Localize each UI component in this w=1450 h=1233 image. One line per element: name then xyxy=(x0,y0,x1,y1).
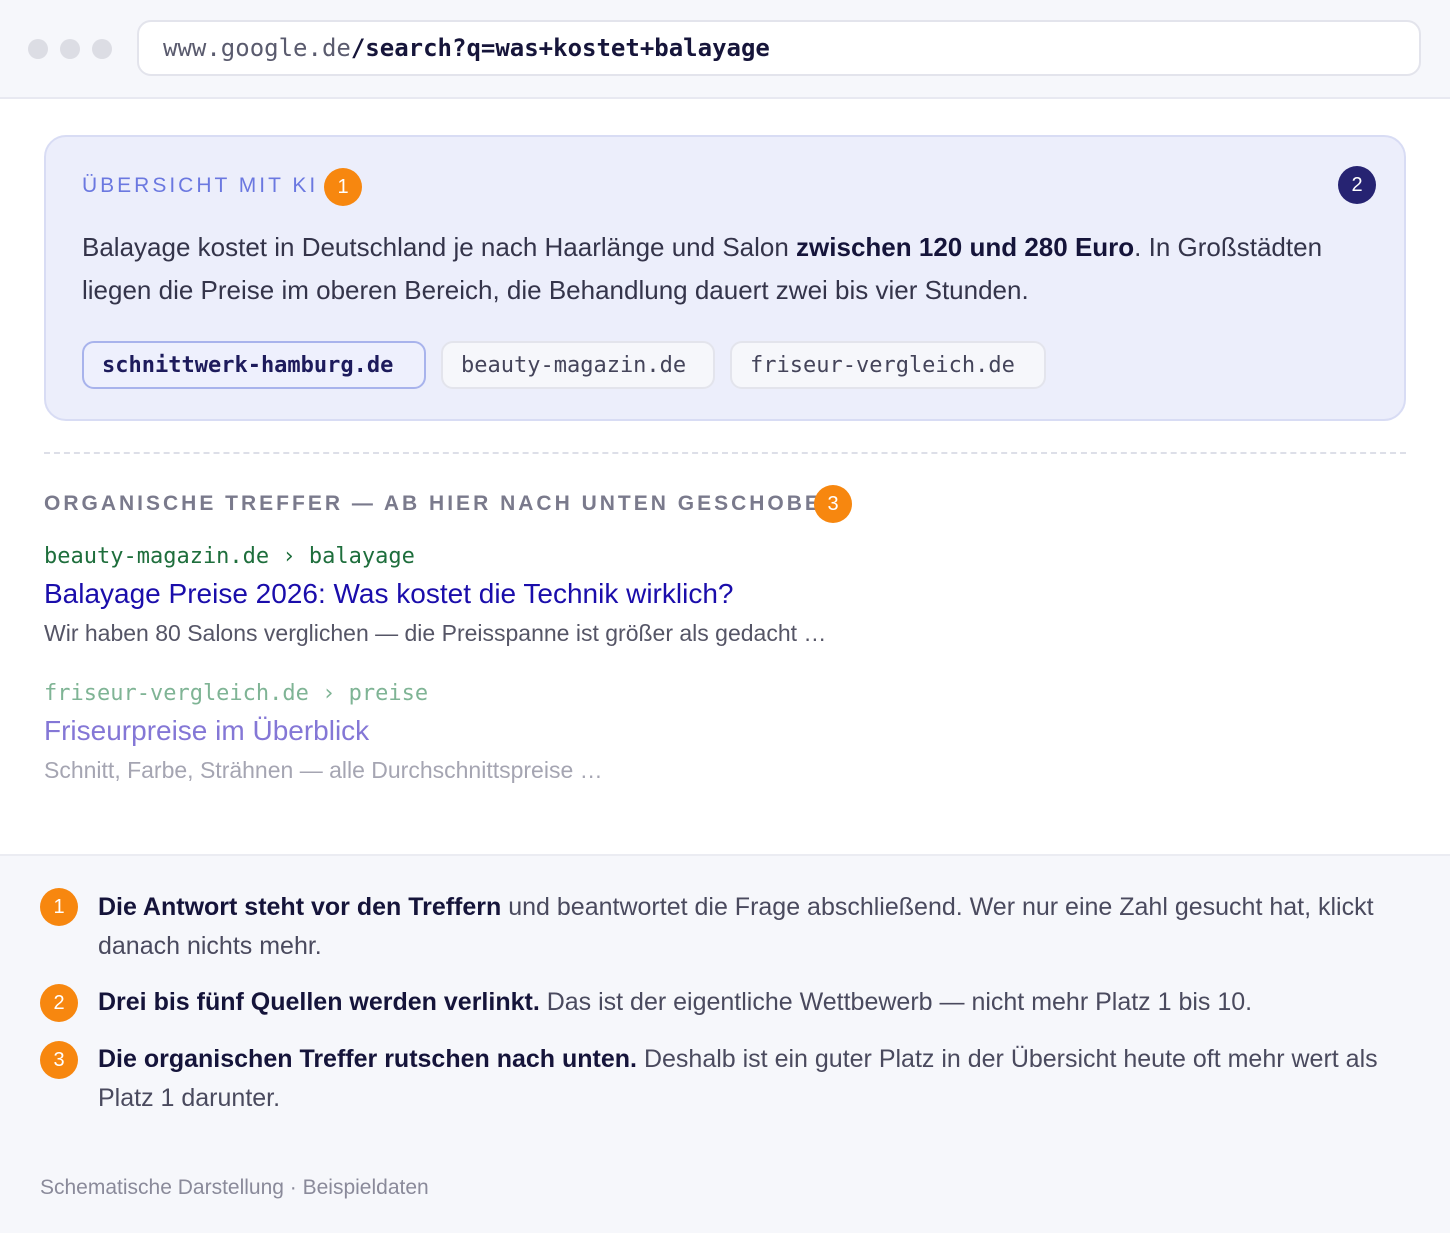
result-title-link[interactable]: Friseurpreise im Überblick xyxy=(44,715,369,747)
note-2-headline: Drei bis fünf Quellen werden verlinkt. xyxy=(98,988,540,1016)
result-title-link[interactable]: Balayage Preise 2026: Was kostet die Tec… xyxy=(44,578,733,610)
result-snippet: Wir haben 80 Salons verglichen — die Pre… xyxy=(44,620,827,646)
answer-highlight: zwischen 120 und 280 Euro xyxy=(796,232,1135,262)
window-minimize-dot[interactable] xyxy=(60,39,80,59)
window-close-dot[interactable] xyxy=(28,39,48,59)
note-badge-1: 1 xyxy=(40,888,78,926)
ai-overview-answer: Balayage kostet in Deutschland je nach H… xyxy=(82,226,1382,312)
section-divider xyxy=(44,452,1406,454)
annotation-badge-2: 2 xyxy=(1338,166,1376,204)
source-chip-schnittwerk[interactable]: schnittwerk-hamburg.de xyxy=(82,341,426,389)
result-url[interactable]: friseur-vergleich.de › preise xyxy=(44,681,428,706)
ai-overview-panel: ÜBERSICHT MIT KI 1 2 Balayage kostet in … xyxy=(44,135,1406,421)
annotation-badge-1: 1 xyxy=(324,168,362,206)
source-chip-beauty-magazin[interactable]: beauty-magazin.de xyxy=(441,341,715,389)
source-chip-friseur-vergleich[interactable]: friseur-vergleich.de xyxy=(730,341,1046,389)
window-maximize-dot[interactable] xyxy=(92,39,112,59)
note-3-headline: Die organischen Treffer rutschen nach un… xyxy=(98,1045,638,1073)
note-1: Die Antwort steht vor den Treffern und b… xyxy=(98,888,1408,966)
url-host: www.google.de xyxy=(163,34,351,62)
footer-caption: Schematische Darstellung · Beispieldaten xyxy=(40,1176,429,1199)
note-3: Die organischen Treffer rutschen nach un… xyxy=(98,1040,1408,1118)
answer-text: Balayage kostet in Deutschland je nach H… xyxy=(82,232,797,262)
result-url[interactable]: beauty-magazin.de › balayage xyxy=(44,544,415,569)
note-badge-2: 2 xyxy=(40,984,78,1022)
browser-toolbar: www.google.de/search?q=was+kostet+balaya… xyxy=(0,0,1450,99)
result-snippet: Schnitt, Farbe, Strähnen — alle Durchsch… xyxy=(44,757,603,783)
address-bar[interactable]: www.google.de/search?q=was+kostet+balaya… xyxy=(137,20,1421,76)
ai-overview-label: ÜBERSICHT MIT KI xyxy=(82,174,319,197)
url-path: /search?q=was+kostet+balayage xyxy=(350,34,770,62)
note-2-text: Das ist der eigentliche Wettbewerb — nic… xyxy=(539,988,1253,1016)
note-badge-3: 3 xyxy=(40,1041,78,1079)
note-1-headline: Die Antwort steht vor den Treffern xyxy=(98,893,502,921)
organic-results-label: ORGANISCHE TREFFER — AB HIER NACH UNTEN … xyxy=(44,492,841,515)
note-2: Drei bis fünf Quellen werden verlinkt. D… xyxy=(98,983,1408,1022)
annotation-badge-3: 3 xyxy=(814,485,852,523)
